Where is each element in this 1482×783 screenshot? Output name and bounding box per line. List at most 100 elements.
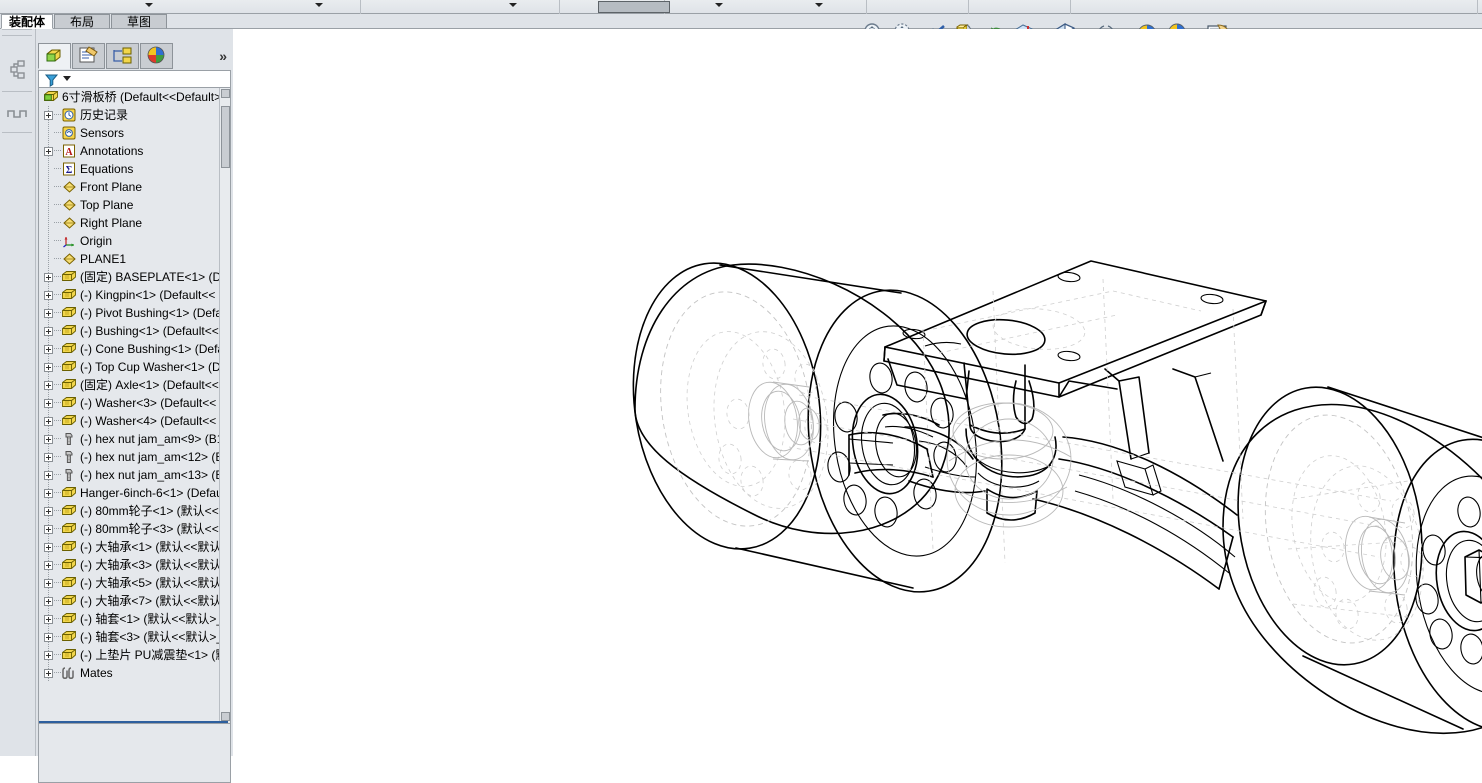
tree-expand-toggle[interactable] (44, 579, 53, 588)
cad-model-skateboard-truck[interactable]: .sl{fill:none;stroke:#000;stroke-width:1… (233, 29, 1482, 756)
tree-expand-toggle[interactable] (44, 309, 53, 318)
tree-expand-toggle[interactable] (44, 381, 53, 390)
tree-expand-toggle[interactable] (44, 345, 53, 354)
tree-expand-toggle[interactable] (44, 615, 53, 624)
scrollbar-thumb[interactable] (221, 106, 230, 168)
tree-item[interactable]: Mates (39, 664, 221, 682)
tree-item[interactable]: (-) 大轴承<7> (默认<<默认 (39, 592, 221, 610)
tree-item[interactable]: Top Plane (39, 196, 221, 214)
configuration-manager-icon (113, 47, 132, 64)
tree-item[interactable]: (-) hex nut jam_am<13> (B (39, 466, 223, 484)
tab-sketch[interactable]: 草图 (111, 14, 167, 29)
configuration-manager-icon[interactable] (6, 101, 30, 123)
tree-item-label: (-) Pivot Bushing<1> (Defa (80, 306, 223, 320)
tree-item[interactable]: (-) 80mm轮子<3> (默认<< (39, 520, 221, 538)
part-icon (62, 396, 77, 410)
tree-expand-toggle[interactable] (44, 525, 53, 534)
tree-expand-toggle[interactable] (44, 543, 53, 552)
filter-dropdown-caret-icon[interactable] (63, 76, 71, 81)
tree-expand-toggle[interactable] (44, 291, 53, 300)
tree-expand-toggle[interactable] (44, 561, 53, 570)
configuration-manager-tab[interactable] (106, 43, 139, 69)
tree-expand-toggle[interactable] (44, 417, 53, 426)
tree-item[interactable]: Front Plane (39, 178, 221, 196)
tree-expand-toggle[interactable] (44, 507, 53, 516)
tree-item[interactable]: (-) 大轴承<1> (默认<<默认 (39, 538, 221, 556)
command-manager-tabs: 装配体 布局 草图 (0, 14, 1482, 29)
tab-assembly[interactable]: 装配体 (1, 14, 53, 29)
feature-manager-design-tree-tab[interactable] (38, 43, 71, 69)
tree-item-label: (-) 80mm轮子<3> (默认<< (80, 522, 219, 536)
tree-item[interactable]: Sensors (39, 124, 221, 142)
tree-expand-toggle[interactable] (44, 435, 53, 444)
part-icon (62, 576, 77, 590)
tree-expand-toggle[interactable] (44, 453, 53, 462)
tree-item[interactable]: (-) 轴套<3> (默认<<默认>_ (39, 628, 223, 646)
tree-item[interactable]: (-) 大轴承<5> (默认<<默认 (39, 574, 221, 592)
assembly-icon (44, 90, 59, 104)
tree-item[interactable]: 6寸滑板桥 (Default<<Default> (39, 88, 221, 106)
plane-icon (62, 252, 77, 266)
tree-item[interactable]: Hanger-6inch-6<1> (Defau (39, 484, 223, 502)
tree-expand-toggle[interactable] (44, 399, 53, 408)
tree-item[interactable]: (-) Top Cup Washer<1> (D (39, 358, 221, 376)
feature-manager-expand-chevron[interactable]: » (219, 48, 227, 64)
feature-manager-design-tree[interactable]: 6寸滑板桥 (Default<<Default> 历史记录 Sensors AA… (38, 88, 231, 724)
tree-item[interactable]: (-) 80mm轮子<1> (默认<< (39, 502, 221, 520)
tree-expand-toggle[interactable] (44, 651, 53, 660)
part-icon (62, 288, 77, 302)
tree-item[interactable]: (-) 大轴承<3> (默认<<默认 (39, 556, 221, 574)
part-icon (62, 378, 77, 392)
plane-icon (62, 180, 77, 194)
tree-expand-toggle[interactable] (44, 111, 53, 120)
tree-expand-toggle[interactable] (44, 327, 53, 336)
tree-expand-toggle[interactable] (44, 363, 53, 372)
toolbar-caret-icon[interactable] (144, 1, 153, 9)
tree-expand-toggle[interactable] (44, 633, 53, 642)
graphics-viewport[interactable]: .sl{fill:none;stroke:#000;stroke-width:1… (233, 29, 1482, 756)
tree-expand-toggle[interactable] (44, 471, 53, 480)
tree-item[interactable]: (固定) BASEPLATE<1> (Def (39, 268, 230, 286)
display-manager-tab[interactable] (140, 43, 173, 69)
tree-item[interactable]: (固定) Axle<1> (Default<< (39, 376, 221, 394)
tree-item[interactable]: (-) Pivot Bushing<1> (Defa (39, 304, 223, 322)
tree-item[interactable]: (-) Bushing<1> (Default<< (39, 322, 221, 340)
tree-item-label: 历史记录 (80, 108, 129, 122)
filter-funnel-icon (44, 74, 59, 87)
part-icon (62, 594, 77, 608)
tree-item[interactable]: (-) 轴套<1> (默认<<默认>_ (39, 610, 223, 628)
tree-item[interactable]: Right Plane (39, 214, 221, 232)
toolbar-active-button[interactable] (598, 1, 670, 13)
tab-layout[interactable]: 布局 (54, 14, 110, 29)
tree-expand-toggle[interactable] (44, 147, 53, 156)
tree-item[interactable]: (-) hex nut jam_am<12> (B (39, 448, 223, 466)
tree-item[interactable]: (-) hex nut jam_am<9> (B1 (39, 430, 223, 448)
tree-item[interactable]: (-) Cone Bushing<1> (Defa (39, 340, 224, 358)
tree-item[interactable]: Origin (39, 232, 221, 250)
toolbar-caret-icon[interactable] (314, 1, 323, 9)
tree-expand-toggle[interactable] (44, 489, 53, 498)
tree-vertical-scrollbar[interactable] (219, 88, 230, 722)
feature-manager-tree-icon[interactable] (6, 59, 30, 81)
tree-expand-toggle[interactable] (44, 273, 53, 282)
tree-item-label: 6寸滑板桥 (Default<<Default> (62, 90, 222, 104)
toolbar-caret-icon[interactable] (508, 1, 517, 9)
tree-item[interactable]: 历史记录 (39, 106, 221, 124)
property-manager-tab[interactable] (72, 43, 105, 69)
tree-expand-toggle[interactable] (44, 597, 53, 606)
toolbar-caret-icon[interactable] (814, 1, 823, 9)
rollback-bar[interactable] (39, 721, 228, 723)
tree-item[interactable]: Σ Equations (39, 160, 221, 178)
tree-item[interactable]: (-) Washer<4> (Default<< (39, 412, 221, 430)
toolbar-caret-icon[interactable] (714, 1, 723, 9)
part-icon (62, 486, 77, 500)
tree-item[interactable]: (-) Kingpin<1> (Default<< (39, 286, 221, 304)
tree-expand-toggle[interactable] (44, 669, 53, 678)
tree-item[interactable]: PLANE1 (39, 250, 221, 268)
tree-item[interactable]: (-) 上垫片 PU减震垫<1> (默 (39, 646, 227, 664)
tree-item-label: (-) Bushing<1> (Default<< (80, 324, 219, 338)
tree-item[interactable]: A Annotations (39, 142, 221, 160)
feature-tree-filter-box[interactable] (38, 70, 231, 88)
origin-icon (62, 234, 77, 248)
tree-item[interactable]: (-) Washer<3> (Default<< (39, 394, 221, 412)
